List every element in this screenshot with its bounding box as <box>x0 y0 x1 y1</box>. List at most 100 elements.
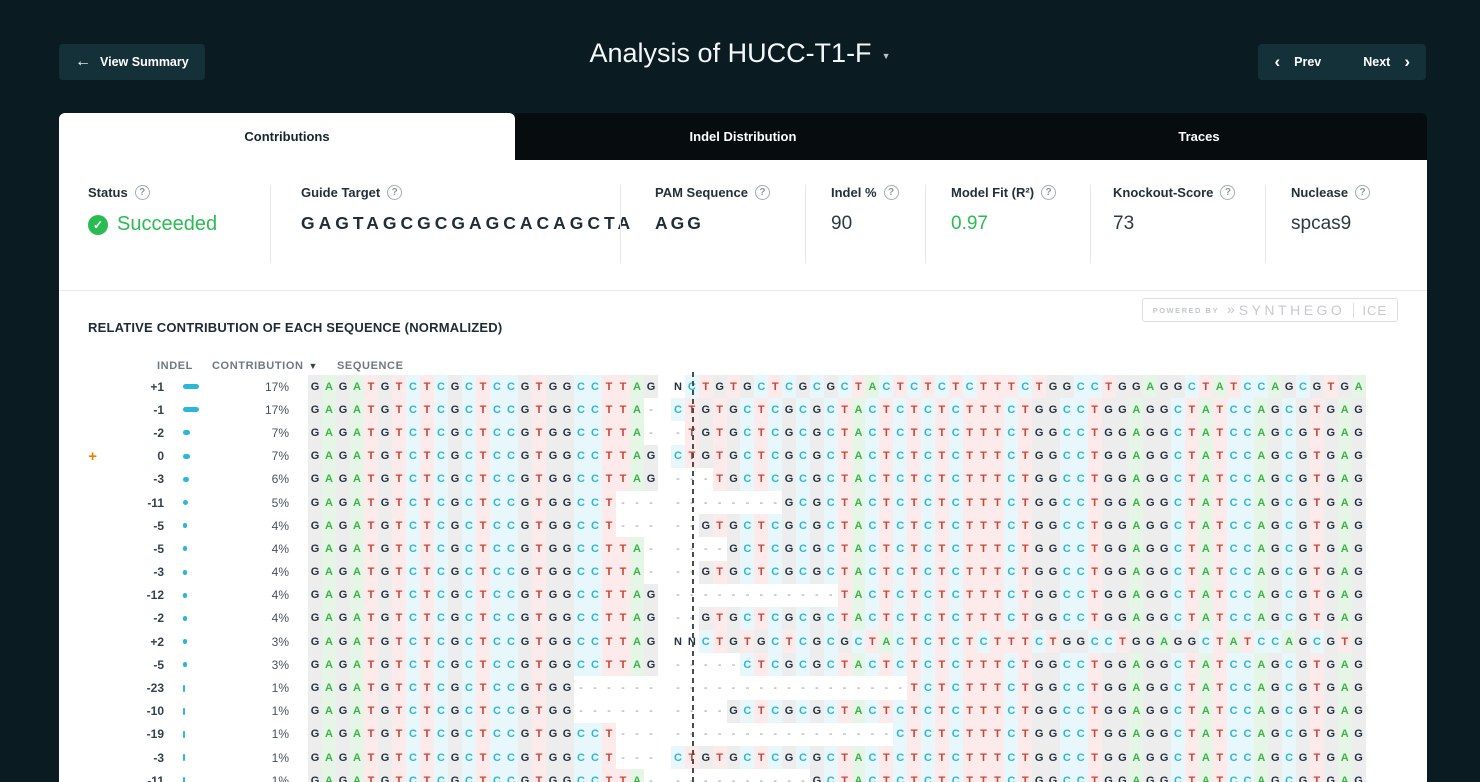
base-cell: T <box>837 444 852 468</box>
base-cell: T <box>1046 630 1060 654</box>
base-cell: T <box>420 676 434 700</box>
base-cell: C <box>865 653 880 677</box>
base-cell: G <box>336 699 350 723</box>
base-cell: A <box>1254 537 1269 561</box>
base-cell: T <box>476 490 490 515</box>
base-cell: C <box>948 490 963 515</box>
base-cell: C <box>574 653 588 677</box>
base-cell: G <box>1101 444 1116 468</box>
contribution-bar <box>183 569 187 575</box>
base-cell: G <box>1046 490 1060 515</box>
chevron-left-icon[interactable]: ‹ <box>1274 53 1280 72</box>
base-cell: T <box>879 467 894 491</box>
base-cell: G <box>1143 398 1158 422</box>
base-cell: G <box>448 398 462 422</box>
base-cell: T <box>1018 444 1033 468</box>
base-cell: G <box>809 769 824 782</box>
base-cell: C <box>921 398 935 422</box>
chevron-right-icon[interactable]: › <box>1404 53 1410 72</box>
base-cell: G <box>518 490 532 515</box>
base-cell: G <box>518 467 532 491</box>
base-cell: G <box>378 514 392 538</box>
divider: POWERED BY » SYNTHEGO ICE <box>59 290 1427 322</box>
deletion-cell: - <box>644 560 658 584</box>
base-cell: T <box>1115 630 1130 654</box>
base-cell: G <box>644 606 658 631</box>
table-row: +07%GAGATGTCTCGCTCCGTGGCCTTAGCTGTGCTCGCG… <box>59 444 1427 468</box>
base-cell: G <box>448 537 462 561</box>
base-cell: A <box>1198 467 1213 491</box>
base-cell: T <box>1184 583 1199 607</box>
base-cell: T <box>1087 722 1102 746</box>
contribution-bar <box>183 453 190 459</box>
base-cell: C <box>434 398 448 422</box>
prev-button[interactable]: Prev <box>1294 55 1321 69</box>
table-row: -115%GAGATGTCTCGCTCCGTGGCCT-----------GC… <box>59 490 1427 515</box>
base-cell: T <box>616 421 630 445</box>
base-cell: T <box>990 537 1005 561</box>
base-cell: C <box>1226 653 1241 677</box>
base-cell: G <box>1323 537 1338 561</box>
base-cell: A <box>350 444 364 468</box>
base-cell: G <box>1351 467 1366 491</box>
help-icon[interactable]: ? <box>1041 185 1057 200</box>
contribution-bar-cell <box>183 662 211 668</box>
base-cell: C <box>504 421 518 445</box>
help-icon[interactable]: ? <box>883 185 899 200</box>
base-cell: T <box>532 722 546 746</box>
base-cell: C <box>796 421 810 445</box>
deletion-cell: - <box>630 722 644 746</box>
base-cell: G <box>1129 375 1144 399</box>
deletion-cell: - <box>671 421 685 445</box>
deletion-cell: - <box>712 653 727 677</box>
base-cell: C <box>865 769 880 782</box>
base-cell: T <box>990 583 1005 607</box>
base-cell: T <box>1087 421 1102 445</box>
base-cell: G <box>726 421 741 445</box>
tab-traces[interactable]: Traces <box>971 113 1427 160</box>
base-cell: C <box>768 514 783 538</box>
base-cell: T <box>976 699 991 723</box>
base-cell: T <box>1018 560 1033 584</box>
base-cell: A <box>1337 722 1352 746</box>
base-cell: C <box>1226 467 1241 491</box>
next-button[interactable]: Next <box>1363 55 1390 69</box>
tab-contributions[interactable]: Contributions <box>59 113 515 160</box>
column-header-contribution[interactable]: CONTRIBUTION ▼ <box>193 360 318 372</box>
base-cell: C <box>1254 375 1269 399</box>
base-cell: C <box>406 630 420 654</box>
stat-nuclease-label: Nuclease <box>1291 185 1349 200</box>
base-cell: G <box>1032 421 1047 445</box>
sequence: GAGATGTCTCGCTCCGTGGCCTTAG--GTGCTCGCGCTAC… <box>308 606 1366 631</box>
base-cell: T <box>476 514 490 538</box>
cut-site-gap <box>658 653 671 676</box>
base-cell: T <box>364 467 378 491</box>
base-cell: T <box>879 398 894 422</box>
help-icon[interactable]: ? <box>1355 185 1371 200</box>
base-cell: G <box>518 653 532 677</box>
cut-site-gap <box>658 445 671 468</box>
base-cell: G <box>1309 375 1324 399</box>
base-cell: T <box>1309 606 1324 631</box>
base-cell: G <box>1296 653 1310 677</box>
help-icon[interactable]: ? <box>387 185 403 200</box>
deletion-cell: - <box>768 490 783 515</box>
base-cell: C <box>1254 630 1269 654</box>
base-cell: C <box>462 467 476 491</box>
help-icon[interactable]: ? <box>134 185 150 200</box>
base-cell: G <box>518 630 532 654</box>
base-cell: T <box>712 444 727 468</box>
help-icon[interactable]: ? <box>754 185 770 200</box>
base-cell: T <box>962 398 977 422</box>
tab-indel-distribution[interactable]: Indel Distribution <box>515 113 971 160</box>
base-cell: T <box>754 514 769 538</box>
base-cell: G <box>1059 630 1074 654</box>
base-cell: C <box>893 722 908 746</box>
deletion-cell: - <box>782 722 797 746</box>
base-cell: A <box>630 421 644 445</box>
base-cell: T <box>364 630 378 654</box>
cut-site-gap <box>658 561 671 584</box>
help-icon[interactable]: ? <box>1220 185 1236 200</box>
base-cell: G <box>378 375 392 399</box>
stat-guide-target-label: Guide Target <box>301 185 381 200</box>
